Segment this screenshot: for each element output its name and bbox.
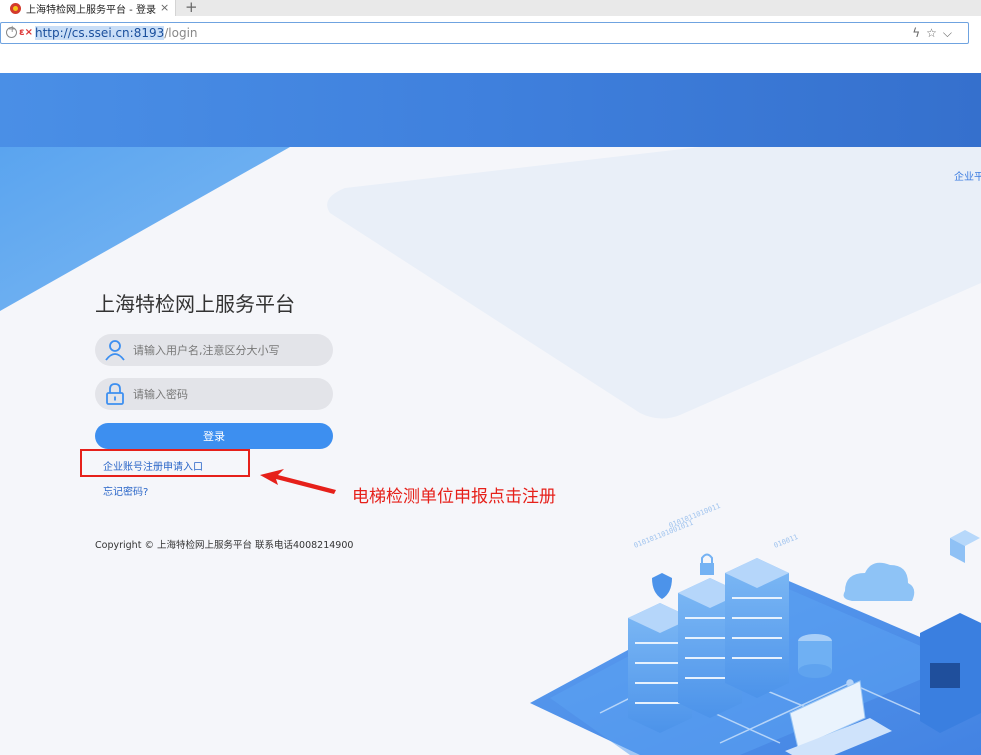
star-icon[interactable]: ☆	[926, 26, 943, 40]
new-tab-button[interactable]: +	[185, 0, 198, 16]
login-page: 企业平 上海特检网上服务平台 登录 企业账号注册申请入口 忘记密码? 电梯检测单…	[0, 73, 981, 755]
server-network-illustration: 010101101001011 0101011010011 010011	[530, 502, 981, 755]
insecure-icon[interactable]: ε×	[19, 27, 33, 38]
username-field[interactable]	[95, 334, 333, 366]
url-path: /login	[164, 26, 198, 40]
annotation-arrow-icon	[260, 469, 336, 494]
register-link[interactable]: 企业账号注册申请入口	[103, 458, 203, 473]
site-favicon-icon	[10, 2, 21, 14]
lightning-icon[interactable]: ϟ	[912, 26, 926, 40]
browser-tab[interactable]: 上海特检网上服务平台 - 登录 ×	[0, 0, 176, 16]
page-title: 上海特检网上服务平台	[95, 292, 295, 316]
shield-icon[interactable]	[6, 24, 17, 38]
tab-title: 上海特检网上服务平台 - 登录	[26, 4, 156, 16]
url-text[interactable]: http://cs.ssei.cn:8193/login	[35, 26, 198, 40]
browser-tab-bar: 上海特检网上服务平台 - 登录 × +	[0, 0, 981, 16]
tab-close-icon[interactable]: ×	[160, 1, 169, 14]
svg-text:0101011010011: 0101011010011	[668, 502, 722, 530]
chevron-down-icon[interactable]: ⌵	[943, 26, 958, 40]
enterprise-platform-link[interactable]: 企业平	[954, 168, 981, 183]
url-selected: http://cs.ssei.cn:8193	[35, 26, 165, 40]
login-button[interactable]: 登录	[95, 423, 333, 449]
password-field[interactable]	[95, 378, 333, 410]
address-bar-actions: ϟ☆⌵	[912, 26, 958, 41]
username-input[interactable]	[133, 334, 323, 366]
svg-text:010011: 010011	[773, 533, 799, 550]
password-input[interactable]	[133, 378, 323, 410]
lock-icon	[106, 383, 124, 405]
user-icon	[105, 340, 125, 361]
copyright-text: Copyright © 上海特检网上服务平台 联系电话4008214900	[95, 540, 354, 551]
address-bar[interactable]: ε× http://cs.ssei.cn:8193/login ϟ☆⌵	[0, 22, 969, 44]
forgot-password-link[interactable]: 忘记密码?	[103, 483, 148, 498]
